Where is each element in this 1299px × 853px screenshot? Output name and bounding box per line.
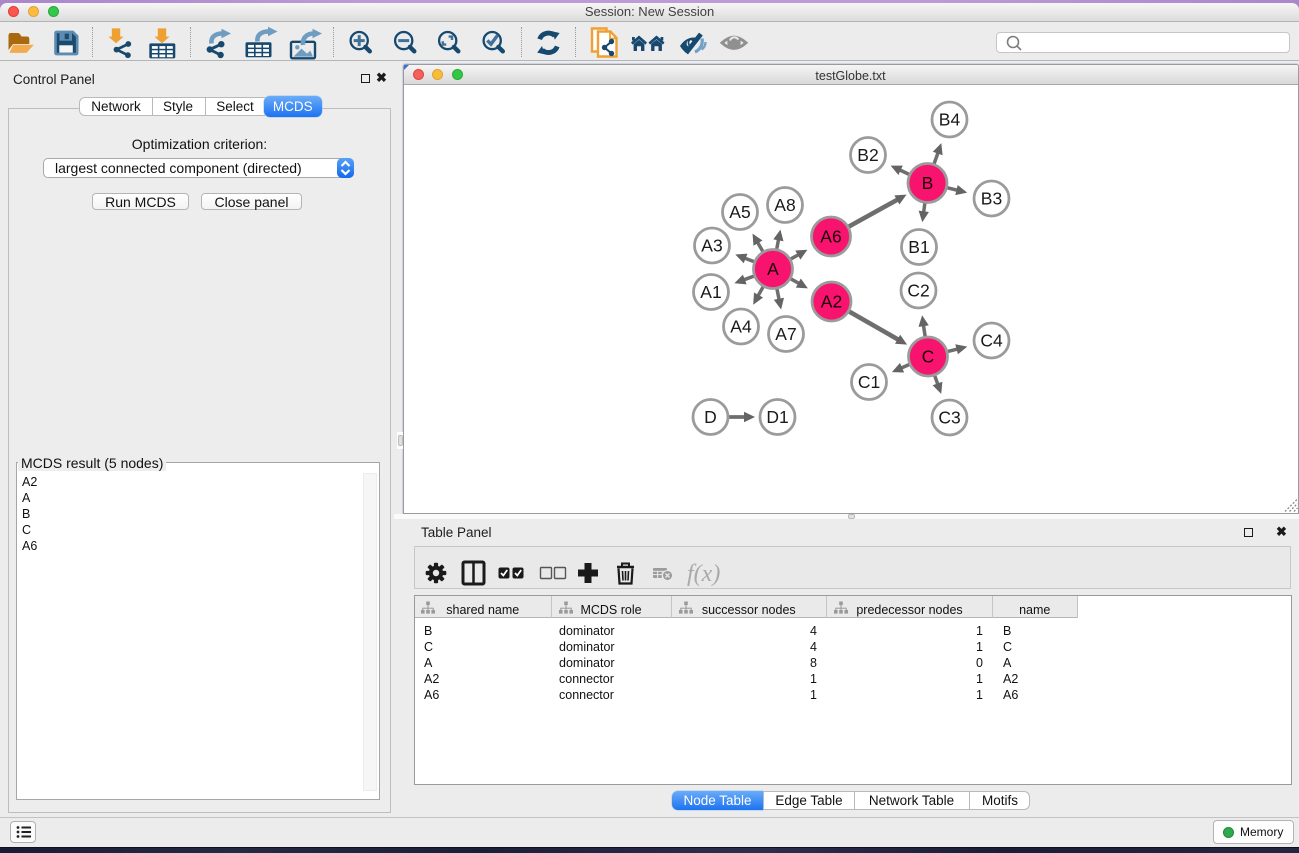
svg-text:C2: C2 (907, 281, 929, 301)
svg-text:A8: A8 (774, 195, 795, 215)
svg-text:A7: A7 (775, 324, 796, 344)
svg-text:B2: B2 (857, 145, 878, 165)
svg-text:A1: A1 (700, 282, 721, 302)
svg-text:f(x): f(x) (687, 561, 720, 587)
svg-text:B: B (921, 173, 933, 193)
svg-text:A3: A3 (701, 236, 722, 256)
svg-text:B4: B4 (938, 110, 960, 130)
svg-text:C1: C1 (857, 372, 879, 392)
svg-text:A4: A4 (730, 317, 752, 337)
svg-text:C4: C4 (980, 331, 1003, 351)
svg-text:A6: A6 (820, 227, 841, 247)
svg-text:D1: D1 (766, 407, 788, 427)
svg-text:B1: B1 (908, 237, 929, 257)
svg-text:A2: A2 (820, 292, 841, 312)
svg-text:C3: C3 (938, 408, 960, 428)
svg-text:D: D (704, 407, 717, 427)
svg-text:C: C (921, 347, 934, 367)
svg-text:B3: B3 (980, 189, 1001, 209)
svg-text:A: A (767, 259, 779, 279)
svg-text:A5: A5 (729, 202, 750, 222)
